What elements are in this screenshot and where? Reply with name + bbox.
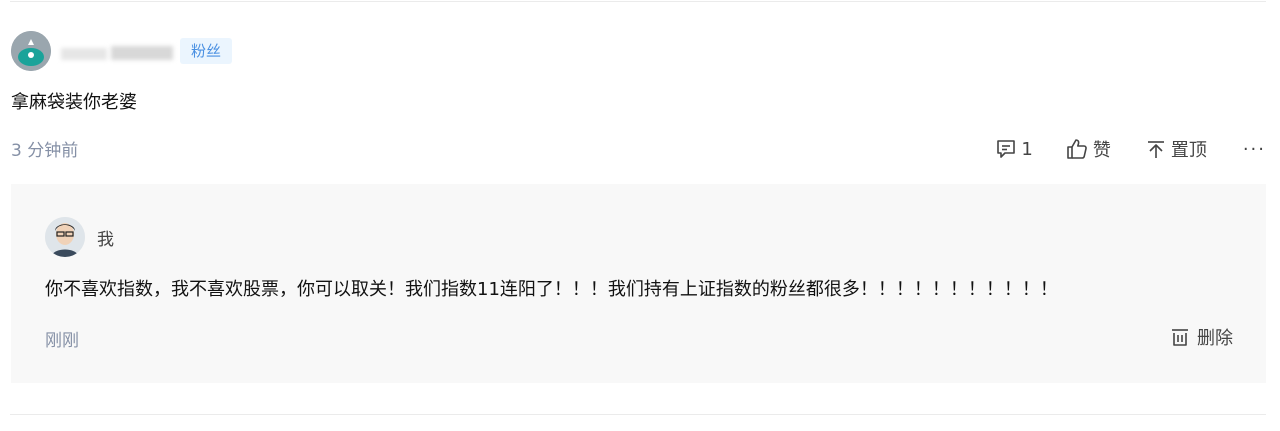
thumbs-up-icon (1067, 139, 1087, 159)
commenter-avatar[interactable] (11, 31, 51, 71)
like-label: 赞 (1092, 140, 1111, 161)
comment-author-row: 粉丝 (11, 30, 233, 72)
commenter-name-blurred[interactable] (61, 42, 177, 60)
comment-item: 粉丝 拿麻袋装你老婆 3 分钟前 1 赞 置顶 ··· 我 你不喜欢指数，我不喜… (11, 0, 1266, 431)
reply-author-name[interactable]: 我 (97, 225, 114, 250)
pin-button[interactable]: 置顶 (1145, 136, 1207, 162)
comment-time: 3 分钟前 (11, 141, 79, 161)
trash-icon (1172, 329, 1188, 346)
avatar-icon (11, 31, 51, 71)
reply-icon (997, 140, 1016, 158)
like-button[interactable]: 赞 (1065, 136, 1111, 162)
reply-avatar[interactable] (45, 217, 85, 257)
reply-content: 你不喜欢指数，我不喜欢股票，你可以取关！我们指数11连阳了！！！我们持有上证指数… (45, 279, 1058, 300)
comment-meta-row: 3 分钟前 1 赞 置顶 ··· (11, 136, 1266, 162)
bottom-divider (10, 414, 1266, 415)
comment-content: 拿麻袋装你老婆 (11, 92, 137, 113)
reply-time: 刚刚 (45, 331, 79, 351)
reply-author-row: 我 (45, 217, 114, 257)
reply-button[interactable]: 1 (995, 138, 1033, 160)
comment-actions: 1 赞 置顶 ··· (995, 136, 1266, 162)
user-portrait-icon (45, 217, 85, 257)
delete-button[interactable]: 删除 (1169, 324, 1233, 350)
more-options-icon[interactable]: ··· (1243, 139, 1266, 160)
pin-top-icon (1147, 141, 1164, 158)
reply-count: 1 (1021, 138, 1033, 160)
reply-container: 我 你不喜欢指数，我不喜欢股票，你可以取关！我们指数11连阳了！！！我们持有上证… (11, 184, 1266, 383)
pin-label: 置顶 (1170, 140, 1207, 161)
fan-badge: 粉丝 (180, 38, 233, 64)
delete-label: 删除 (1197, 328, 1233, 349)
